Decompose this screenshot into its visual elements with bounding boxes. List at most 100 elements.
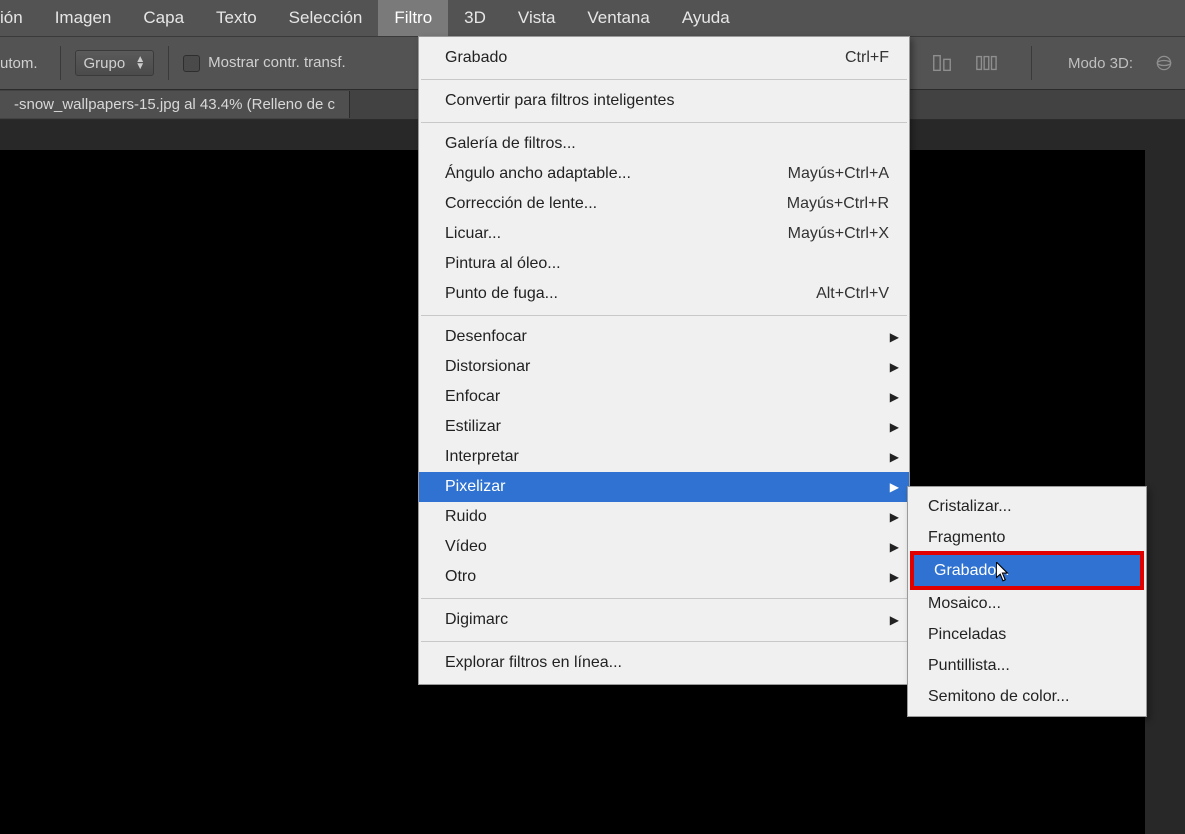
menu-item-grabado[interactable]: Grabado Ctrl+F (419, 43, 909, 73)
menu-item-convertir-filtros-inteligentes[interactable]: Convertir para filtros inteligentes (419, 86, 909, 116)
menu-imagen[interactable]: Imagen (39, 0, 128, 36)
dropdown-arrows-icon: ▲▼ (135, 56, 145, 70)
menu-item-explorar-filtros-en-linea[interactable]: Explorar filtros en línea... (419, 648, 909, 678)
menu-item-label: Convertir para filtros inteligentes (445, 92, 889, 110)
menu-item-label: Interpretar (445, 448, 889, 466)
menu-item-digimarc[interactable]: Digimarc ▶ (419, 605, 909, 635)
menu-capa[interactable]: Capa (127, 0, 200, 36)
divider (60, 46, 61, 80)
submenu-arrow-icon: ▶ (890, 510, 899, 524)
submenu-item-mosaico[interactable]: Mosaico... (908, 588, 1146, 619)
menu-texto[interactable]: Texto (200, 0, 273, 36)
menu-item-desenfocar[interactable]: Desenfocar ▶ (419, 322, 909, 352)
menu-item-label: Galería de filtros... (445, 135, 889, 153)
menu-item-otro[interactable]: Otro ▶ (419, 562, 909, 592)
checkbox-icon[interactable] (183, 55, 200, 72)
menu-separator (421, 79, 907, 80)
submenu-item-label: Pinceladas (928, 626, 1132, 644)
divider (168, 46, 169, 80)
submenu-arrow-icon: ▶ (890, 540, 899, 554)
submenu-item-semitono-color[interactable]: Semitono de color... (908, 681, 1146, 712)
menu-vista[interactable]: Vista (502, 0, 572, 36)
divider (1031, 46, 1032, 80)
menu-ayuda[interactable]: Ayuda (666, 0, 746, 36)
mode-3d-label: Modo 3D: (1068, 55, 1133, 72)
submenu-arrow-icon: ▶ (890, 420, 899, 434)
group-select[interactable]: Grupo ▲▼ (75, 50, 155, 76)
menu-item-shortcut: Ctrl+F (805, 49, 889, 67)
distribute-tool-icon[interactable] (973, 50, 999, 76)
filter-menu: Grabado Ctrl+F Convertir para filtros in… (418, 36, 910, 685)
menu-separator (421, 315, 907, 316)
menu-item-label: Distorsionar (445, 358, 889, 376)
menu-item-angulo-ancho[interactable]: Ángulo ancho adaptable... Mayús+Ctrl+A (419, 159, 909, 189)
menu-seleccion[interactable]: Selección (273, 0, 379, 36)
submenu-item-label: Cristalizar... (928, 498, 1132, 516)
menu-item-correccion-lente[interactable]: Corrección de lente... Mayús+Ctrl+R (419, 189, 909, 219)
submenu-arrow-icon: ▶ (890, 613, 899, 627)
submenu-item-cristalizar[interactable]: Cristalizar... (908, 491, 1146, 522)
menu-item-label: Ruido (445, 508, 889, 526)
submenu-item-label: Grabado... (934, 562, 1126, 580)
options-left-fragment: utom. (0, 55, 46, 72)
menu-item-punto-fuga[interactable]: Punto de fuga... Alt+Ctrl+V (419, 279, 909, 309)
submenu-arrow-icon: ▶ (890, 390, 899, 404)
menu-item-label: Digimarc (445, 611, 889, 629)
annotation-red-box: Grabado... (910, 551, 1144, 590)
menu-item-label: Pintura al óleo... (445, 255, 889, 273)
menu-item-label: Otro (445, 568, 889, 586)
menu-item-distorsionar[interactable]: Distorsionar ▶ (419, 352, 909, 382)
menu-item-label: Estilizar (445, 418, 889, 436)
menu-item-label: Enfocar (445, 388, 889, 406)
submenu-item-label: Puntillista... (928, 657, 1132, 675)
menu-item-label: Grabado (445, 49, 805, 67)
submenu-arrow-icon: ▶ (890, 360, 899, 374)
menu-ventana[interactable]: Ventana (571, 0, 665, 36)
menu-item-label: Corrección de lente... (445, 195, 747, 213)
menu-item-licuar[interactable]: Licuar... Mayús+Ctrl+X (419, 219, 909, 249)
menu-item-label: Pixelizar (445, 478, 889, 496)
menu-item-pixelizar[interactable]: Pixelizar ▶ (419, 472, 909, 502)
group-select-label: Grupo (84, 55, 126, 72)
menu-item-estilizar[interactable]: Estilizar ▶ (419, 412, 909, 442)
menu-item-label: Ángulo ancho adaptable... (445, 165, 748, 183)
submenu-arrow-icon: ▶ (890, 330, 899, 344)
submenu-item-label: Mosaico... (928, 595, 1132, 613)
menu-separator (421, 641, 907, 642)
orbit-3d-icon[interactable] (1151, 50, 1177, 76)
menu-item-video[interactable]: Vídeo ▶ (419, 532, 909, 562)
submenu-item-label: Fragmento (928, 529, 1132, 547)
menu-item-ruido[interactable]: Ruido ▶ (419, 502, 909, 532)
menu-filtro[interactable]: Filtro (378, 0, 448, 36)
menu-item-galeria-filtros[interactable]: Galería de filtros... (419, 129, 909, 159)
menu-item-label: Explorar filtros en línea... (445, 654, 889, 672)
menu-item-label: Punto de fuga... (445, 285, 776, 303)
menu-item-shortcut: Mayús+Ctrl+X (748, 225, 889, 243)
submenu-arrow-icon: ▶ (890, 450, 899, 464)
menu-item-shortcut: Mayús+Ctrl+A (748, 165, 889, 183)
options-right-tools: Modo 3D: (929, 46, 1177, 80)
show-transform-controls-label: Mostrar contr. transf. (208, 54, 346, 71)
menu-item-shortcut: Alt+Ctrl+V (776, 285, 889, 303)
menu-separator (421, 598, 907, 599)
menubar: ión Imagen Capa Texto Selección Filtro 3… (0, 0, 1185, 36)
align-tool-icon[interactable] (929, 50, 955, 76)
menu-edicion[interactable]: ión (0, 0, 39, 36)
menu-item-shortcut: Mayús+Ctrl+R (747, 195, 889, 213)
submenu-arrow-icon: ▶ (890, 570, 899, 584)
submenu-item-pinceladas[interactable]: Pinceladas (908, 619, 1146, 650)
submenu-item-label: Semitono de color... (928, 688, 1132, 706)
menu-item-enfocar[interactable]: Enfocar ▶ (419, 382, 909, 412)
menu-item-pintura-oleo[interactable]: Pintura al óleo... (419, 249, 909, 279)
submenu-arrow-icon: ▶ (890, 480, 899, 494)
submenu-item-puntillista[interactable]: Puntillista... (908, 650, 1146, 681)
submenu-item-fragmento[interactable]: Fragmento (908, 522, 1146, 553)
menu-item-label: Licuar... (445, 225, 748, 243)
document-tab[interactable]: -snow_wallpapers-15.jpg al 43.4% (Rellen… (0, 91, 350, 118)
show-transform-controls[interactable]: Mostrar contr. transf. (183, 54, 346, 72)
menu-item-label: Desenfocar (445, 328, 889, 346)
menu-item-interpretar[interactable]: Interpretar ▶ (419, 442, 909, 472)
menu-separator (421, 122, 907, 123)
submenu-item-grabado[interactable]: Grabado... (914, 555, 1140, 586)
menu-3d[interactable]: 3D (448, 0, 502, 36)
